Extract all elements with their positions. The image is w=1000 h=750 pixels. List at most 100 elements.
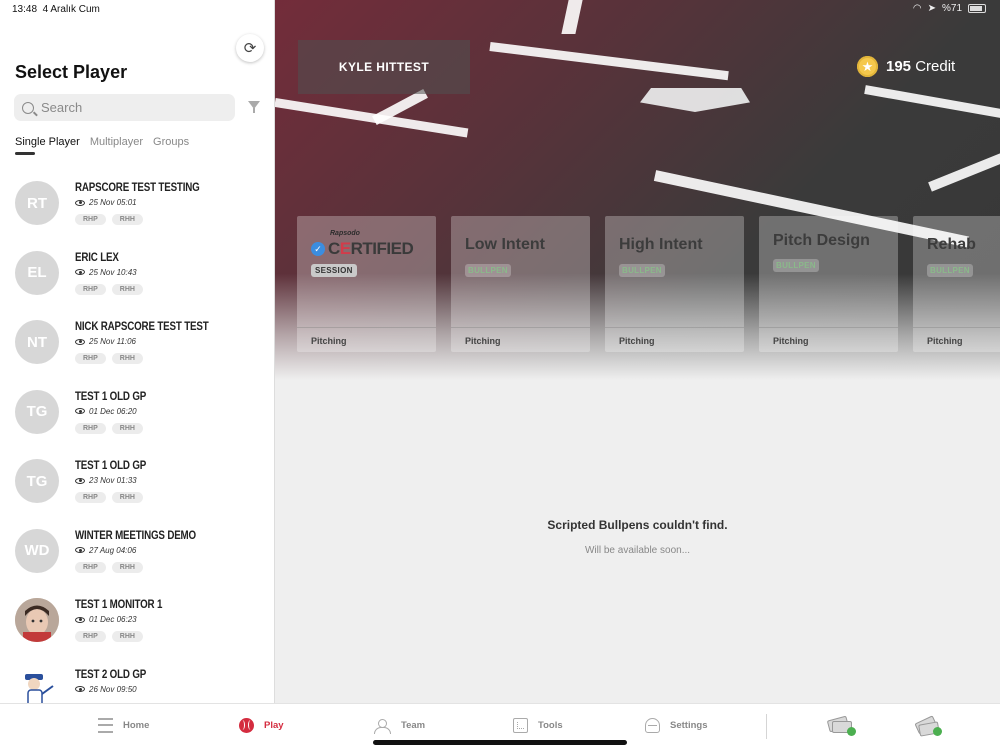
player-date: 01 Dec 06:23 (89, 615, 137, 624)
search-input[interactable] (41, 100, 221, 115)
player-date: 23 Nov 01:33 (89, 476, 137, 485)
bat-badge: RHH (111, 353, 143, 364)
player-row[interactable]: NT NICK RAPSCORE TEST TEST 25 Nov 11:06 … (0, 306, 274, 376)
player-badges: RHP RHH (75, 561, 143, 573)
card-category: Pitching (311, 336, 347, 346)
chalk-line (275, 98, 469, 138)
bat-badge: RHH (111, 631, 143, 642)
player-last-seen: 01 Dec 06:23 (75, 615, 137, 624)
nav-tools[interactable]: Tools (513, 718, 563, 733)
search-bar[interactable] (14, 94, 235, 121)
player-badges: RHP RHH (75, 283, 143, 295)
avatar: NT (15, 320, 59, 364)
tools-icon (513, 718, 528, 733)
player-row[interactable]: TG TEST 1 OLD GP 01 Dec 06:20 RHP RHH (0, 376, 274, 446)
card-category: Pitching (465, 336, 501, 346)
player-name: TEST 1 MONITOR 1 (75, 599, 163, 611)
nav-home[interactable]: Home (98, 718, 149, 733)
empty-state-subtitle: Will be available soon... (584, 545, 691, 556)
card-divider (451, 327, 590, 328)
status-time: 13:48 4 Aralık Cum (12, 4, 100, 15)
card-category: Pitching (927, 336, 963, 346)
tab-single-player[interactable]: Single Player (15, 136, 80, 155)
player-row[interactable]: WD WINTER MEETINGS DEMO 27 Aug 04:06 RHP… (0, 515, 274, 585)
card-title: Low Intent (465, 236, 545, 253)
player-badges: RHP RHH (75, 631, 143, 642)
avatar-mascot (15, 667, 59, 703)
eye-icon (75, 686, 85, 692)
location-icon: ➤ (927, 3, 936, 14)
nav-label: Play (264, 720, 284, 731)
filter-icon[interactable] (248, 101, 260, 113)
bat-badge: RHH (111, 422, 143, 434)
bullpen-badge: BULLPEN (465, 264, 511, 277)
card-pitch-design[interactable]: Pitch Design BULLPEN Pitching (759, 216, 898, 352)
player-last-seen: 25 Nov 05:01 (75, 198, 137, 207)
player-last-seen: 26 Nov 09:50 (75, 685, 137, 694)
credit-display[interactable]: ★ 195 Credit (857, 56, 955, 77)
nav-team[interactable]: Team (373, 718, 426, 734)
bat-badge: RHH (111, 561, 143, 573)
search-icon (22, 101, 34, 114)
bullpen-badge: BULLPEN (619, 264, 665, 277)
bat-badge: RHH (111, 214, 143, 225)
player-row[interactable]: RT RAPSCORE TEST TESTING 25 Nov 05:01 RH… (0, 167, 274, 237)
chalk-line (489, 42, 729, 81)
card-divider (605, 327, 744, 328)
eye-icon (75, 547, 85, 553)
nav-settings[interactable]: Settings (645, 718, 707, 733)
player-name: TEST 2 OLD GP (75, 668, 147, 681)
player-name: WINTER MEETINGS DEMO (75, 529, 196, 542)
home-icon (98, 718, 113, 733)
player-tabs: Single Player Multiplayer Groups (15, 136, 189, 155)
battery-percent: %71 (941, 3, 962, 14)
avatar: TG (15, 389, 59, 434)
nav-label: Team (401, 720, 426, 731)
home-indicator[interactable] (373, 740, 627, 745)
child-photo-icon (15, 598, 59, 642)
player-badges: RHP RHH (75, 353, 143, 364)
sidebar-title: Select Player (15, 62, 128, 82)
player-last-seen: 25 Nov 10:43 (75, 268, 137, 277)
avatar: TG (15, 459, 59, 503)
refresh-button[interactable]: ⟳ (236, 34, 264, 62)
card-high-intent[interactable]: High Intent BULLPEN Pitching (605, 216, 744, 352)
throw-badge: RHP (75, 353, 106, 364)
player-row[interactable]: TG TEST 1 OLD GP 23 Nov 01:33 RHP RHH (0, 445, 274, 515)
card-title: Pitch Design (773, 232, 870, 249)
avatar: EL (15, 250, 59, 295)
status-bar: 13:48 4 Aralık Cum ◠ ➤ %71 (0, 0, 1000, 18)
bullpen-badge: BULLPEN (927, 264, 973, 277)
buy-credits-icon[interactable] (826, 715, 856, 736)
team-icon (373, 718, 391, 734)
tab-multiplayer[interactable]: Multiplayer (90, 136, 143, 148)
eye-icon (75, 338, 85, 345)
credit-history-icon[interactable] (914, 715, 942, 737)
empty-state-title: Scripted Bullpens couldn't find. (547, 518, 728, 532)
player-date: 27 Aug 04:06 (89, 545, 137, 555)
player-row[interactable]: TEST 2 OLD GP 26 Nov 09:50 (0, 654, 274, 703)
card-certified-session[interactable]: Rapsodo ✓ CERTIFIED SESSION Pitching (297, 216, 436, 352)
player-row[interactable]: TEST 1 MONITOR 1 01 Dec 06:23 RHP RHH (0, 584, 274, 654)
player-date: 01 Dec 06:20 (89, 406, 137, 416)
credit-amount: 195 (886, 58, 912, 75)
tab-groups[interactable]: Groups (153, 136, 189, 148)
player-name: ERIC LEX (75, 251, 119, 264)
player-row[interactable]: EL ERIC LEX 25 Nov 10:43 RHP RHH (0, 237, 274, 307)
card-rehab[interactable]: Rehab BULLPEN Pitching (913, 216, 1000, 352)
card-title: High Intent (619, 236, 703, 253)
certified-word: CERTIFIED (328, 239, 414, 258)
nav-label: Home (123, 720, 150, 731)
battery-icon (968, 4, 986, 13)
throw-badge: RHP (75, 631, 106, 642)
selected-player-name[interactable]: KYLE HITTEST (298, 40, 470, 94)
card-title: Rehab (927, 236, 976, 253)
eye-icon (75, 199, 85, 206)
nav-play[interactable]: Play (239, 718, 284, 733)
chalk-line (864, 85, 1000, 119)
chalk-line (928, 152, 1000, 192)
session-badge: SESSION (311, 264, 357, 277)
card-low-intent[interactable]: Low Intent BULLPEN Pitching (451, 216, 590, 352)
player-badges: RHP RHH (75, 422, 143, 434)
player-list: RT RAPSCORE TEST TESTING 25 Nov 05:01 RH… (0, 167, 274, 703)
